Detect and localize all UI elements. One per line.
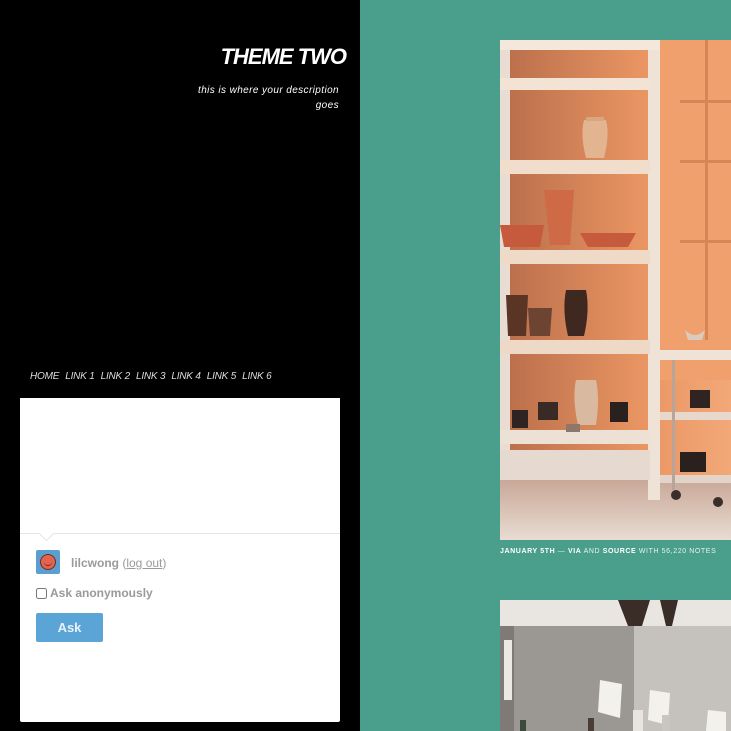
nav-links: HOME LINK 1 LINK 2 LINK 3 LINK 4 LINK 5 … <box>30 371 272 382</box>
post-source-link[interactable]: SOURCE <box>603 548 637 555</box>
blog-description: this is where your description goes <box>198 85 339 111</box>
username: lilcwong <box>71 556 119 570</box>
ask-box: lilcwong (log out) Ask anonymously Ask <box>20 398 340 722</box>
post-photo-room[interactable] <box>500 600 731 731</box>
user-line: lilcwong (log out) <box>71 556 167 570</box>
nav-link-3[interactable]: LINK 3 <box>136 371 166 382</box>
ask-question-input[interactable] <box>20 398 340 534</box>
avatar[interactable] <box>36 550 60 574</box>
nav-link-6[interactable]: LINK 6 <box>242 371 272 382</box>
ask-button[interactable]: Ask <box>36 613 103 642</box>
nav-link-4[interactable]: LINK 4 <box>171 371 201 382</box>
ask-anonymously-label: Ask anonymously <box>50 586 153 600</box>
post-caption: JANUARY 5TH — VIA AND SOURCE WITH 56,220… <box>500 548 717 555</box>
nav-link-2[interactable]: LINK 2 <box>101 371 131 382</box>
ask-anonymously-checkbox[interactable] <box>36 587 47 599</box>
logout-link[interactable]: log out <box>126 556 162 570</box>
post-notes[interactable]: WITH 56,220 NOTES <box>639 548 717 555</box>
avatar-face-icon <box>40 554 56 570</box>
post-date[interactable]: JANUARY 5TH <box>500 548 555 555</box>
nav-link-home[interactable]: HOME <box>30 371 59 382</box>
sidebar: THEME TWO this is where your description… <box>0 0 360 731</box>
post-via-link[interactable]: VIA <box>568 548 581 555</box>
nav-link-1[interactable]: LINK 1 <box>65 371 95 382</box>
ask-anonymously-option[interactable]: Ask anonymously <box>36 586 153 600</box>
nav-link-5[interactable]: LINK 5 <box>207 371 237 382</box>
blog-title[interactable]: THEME TWO <box>221 44 347 70</box>
post-photo-shelves[interactable] <box>500 40 731 540</box>
